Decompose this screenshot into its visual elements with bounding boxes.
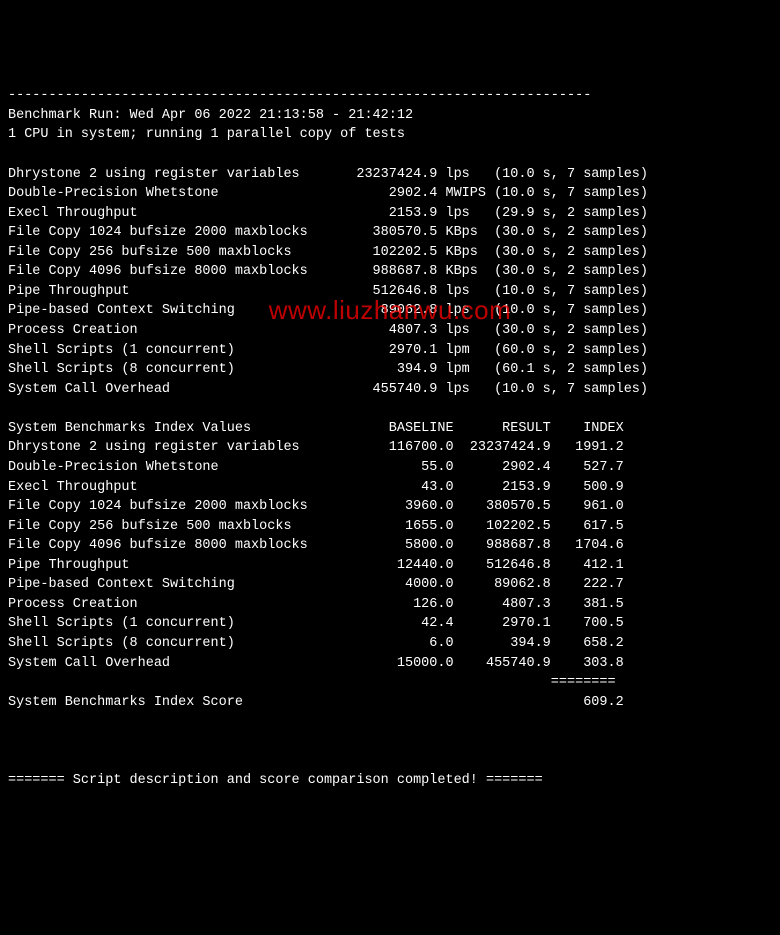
terminal-output: ----------------------------------------… <box>8 86 772 790</box>
results-section: Dhrystone 2 using register variables 232… <box>8 165 772 400</box>
score-divider: ======== <box>8 675 616 690</box>
footer-line: ======= Script description and score com… <box>8 773 543 788</box>
benchmark-run-header: Benchmark Run: Wed Apr 06 2022 21:13:58 … <box>8 108 413 123</box>
divider-line: ----------------------------------------… <box>8 88 591 103</box>
index-section: System Benchmarks Index Values BASELINE … <box>8 419 772 673</box>
score-line: System Benchmarks Index Score 609.2 <box>8 693 772 713</box>
cpu-info: 1 CPU in system; running 1 parallel copy… <box>8 127 405 142</box>
